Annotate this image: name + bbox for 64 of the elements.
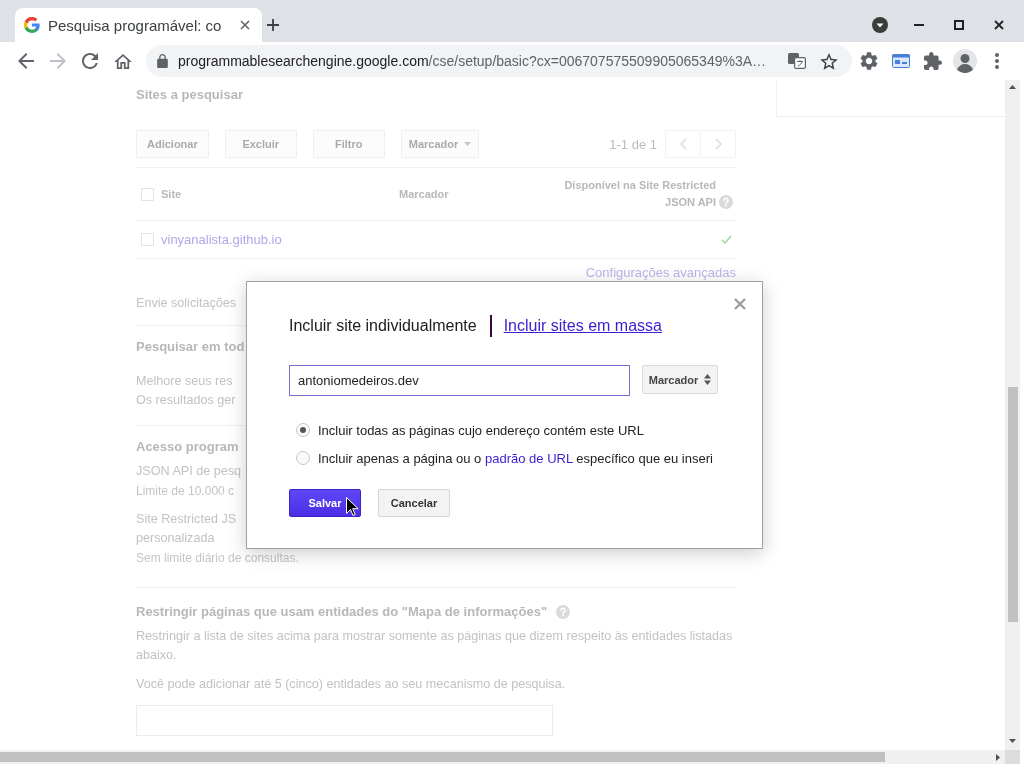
chevron-left-icon <box>679 138 687 150</box>
section-title: Acesso program <box>136 439 239 455</box>
lock-icon[interactable] <box>157 54 168 68</box>
vertical-scrollbar[interactable] <box>1005 80 1020 750</box>
caret-circle-icon[interactable] <box>872 17 888 33</box>
reload-icon[interactable] <box>82 53 98 69</box>
window-icon[interactable] <box>892 54 910 68</box>
body-text: Site Restricted JS <box>136 511 237 528</box>
g-letter-icon <box>24 17 40 33</box>
note-text: Limite de 10.000 c <box>136 483 235 499</box>
back-icon[interactable] <box>18 53 34 69</box>
browser-tab[interactable]: Pesquisa programável: co <box>15 8 262 42</box>
updown-caret-icon <box>704 374 712 385</box>
scrollbar-thumb[interactable] <box>1007 387 1018 622</box>
label-select[interactable]: Marcador <box>642 365 718 394</box>
menu-icon[interactable] <box>995 53 999 69</box>
site-input[interactable]: antoniomedeiros.dev <box>289 365 630 396</box>
down-triangle-icon[interactable] <box>1009 739 1016 743</box>
column-header: Disponível na Site Restricted JSON API <box>563 178 716 210</box>
checkbox[interactable] <box>141 187 154 201</box>
address-bar[interactable]: programmablesearchengine.google.com/cse/setup/basic?cx=006707575509905065349%3A… <box>146 45 852 77</box>
section-title: Pesquisar em tod <box>136 339 245 355</box>
body-text: personalizada <box>136 530 215 547</box>
horizontal-scrollbar[interactable] <box>0 750 1020 764</box>
star-icon[interactable] <box>820 52 838 70</box>
body-text: Melhore seus res <box>136 373 233 390</box>
home-icon[interactable] <box>114 53 132 69</box>
translate-icon[interactable] <box>788 53 806 69</box>
gear-icon[interactable] <box>860 52 878 70</box>
scrollbar-thumb[interactable] <box>0 752 885 762</box>
body-text: Os resultados ger <box>136 392 236 409</box>
cancel-button[interactable]: Cancelar <box>378 489 450 517</box>
option-label: Incluir apenas a página ou o padrão de URL específico que eu inseri <box>318 450 713 466</box>
radio-button[interactable] <box>296 451 310 465</box>
dialog-tab[interactable]: Incluir sites em massa <box>503 314 662 338</box>
puzzle-icon[interactable] <box>924 52 942 70</box>
page-range: 1-1 de 1 <box>609 136 657 152</box>
up-triangle-icon[interactable] <box>1009 85 1016 89</box>
save-button[interactable]: Salvar <box>289 489 361 517</box>
body-text: Você pode adicionar até 5 (cinco) entidades ao seu mecanismo de pesquisa. <box>136 676 566 693</box>
maximize-icon[interactable] <box>954 20 964 30</box>
avatar-icon[interactable] <box>953 49 977 73</box>
body-text: Envie solicitações <box>136 295 237 311</box>
close-icon[interactable] <box>240 20 250 30</box>
column-header: Marcador <box>399 186 449 202</box>
dialog-tab[interactable]: Incluir site individualmente <box>289 314 477 338</box>
section-title: Restringir páginas que usam entidades do "Mapa de informações" <box>136 604 548 620</box>
scrollbar-corner <box>1005 750 1020 764</box>
close-icon[interactable] <box>994 20 1004 30</box>
plus-icon[interactable] <box>267 19 279 31</box>
right-triangle-icon[interactable] <box>995 753 1000 761</box>
body-text: JSON API de pesq <box>136 463 241 480</box>
chevron-right-icon <box>714 138 722 150</box>
section-title: Sites a pesquisar <box>136 87 243 103</box>
url-pattern-link[interactable]: padrão de URL <box>485 450 573 466</box>
url-text: programmablesearchengine.google.com/cse/setup/basic?cx=006707575509905065349%3A… <box>178 53 767 69</box>
note-text: Sem limite diário de consultas. <box>136 550 299 566</box>
body-text: Restringir a lista de sites acima para mostrar somente as páginas que dizem respeito às entidades listadas abaixo. <box>136 628 734 664</box>
radio-button[interactable] <box>296 423 310 437</box>
option-label: Incluir todas as páginas cujo endereço contém este URL <box>318 422 644 438</box>
column-header: Site <box>161 186 182 202</box>
mouse-cursor-icon <box>346 497 359 517</box>
caret-down-icon <box>464 142 472 146</box>
checkbox[interactable] <box>141 233 154 246</box>
